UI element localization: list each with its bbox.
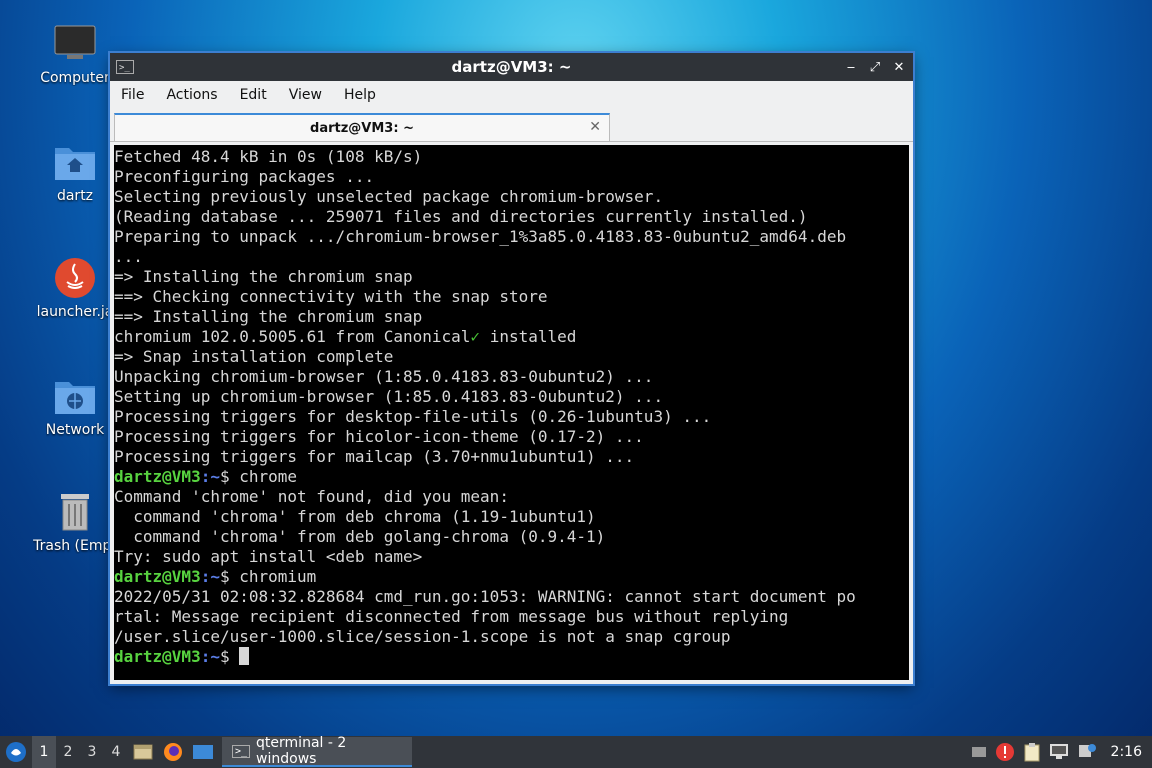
task-label: qterminal - 2 windows (256, 735, 347, 767)
terminal-line: => Snap installation complete (114, 347, 394, 366)
keyboard-icon[interactable] (971, 744, 987, 760)
terminal-line: ==> Installing the chromium snap (114, 307, 423, 326)
tab-bar: dartz@VM3: ~ ✕ (110, 109, 913, 142)
lubuntu-logo-icon (6, 742, 26, 762)
terminal-line: Try: sudo apt install <deb name> (114, 547, 423, 566)
desktop-icon-label: Network (45, 422, 105, 438)
java-icon (55, 258, 95, 298)
prompt-user: dartz@VM3 (114, 647, 201, 666)
terminal-line: Processing triggers for desktop-file-uti… (114, 407, 712, 426)
window-title: dartz@VM3: ~ (451, 58, 572, 76)
menu-bar: File Actions Edit View Help (110, 81, 913, 109)
system-tray: 2:16 (971, 742, 1152, 762)
terminal-line: command 'chroma' from deb chroma (1.19-1… (114, 507, 596, 526)
terminal-line: Fetched 48.4 kB in 0s (108 kB/s) (114, 147, 423, 166)
prompt-sign: $ (219, 647, 240, 666)
desktop-icon-label: Trash (Empt (33, 538, 117, 554)
terminal-prompt-line: dartz@VM3:~$ chromium (114, 567, 909, 587)
terminal-line: Command 'chrome' not found, did you mean… (114, 487, 509, 506)
terminal-line: (Reading database ... 259071 files and d… (114, 207, 808, 226)
monitor-icon (54, 25, 96, 59)
terminal-line: Unpacking chromium-browser (1:85.0.4183.… (114, 367, 654, 386)
terminal-line: rtal: Message recipient disconnected fro… (114, 607, 789, 626)
prompt-user: dartz@VM3 (114, 467, 201, 486)
desktop-icon-label: dartz (56, 188, 94, 204)
terminal-line: ==> Checking connectivity with the snap … (114, 287, 548, 306)
terminal-line: 2022/05/31 02:08:32.828684 cmd_run.go:10… (114, 587, 856, 606)
firefox-launcher[interactable] (158, 736, 188, 768)
terminal-line: ... (114, 247, 143, 266)
volume-icon[interactable] (1077, 743, 1097, 761)
menu-help[interactable]: Help (333, 87, 387, 103)
terminal-line: /user.slice/user-1000.slice/session-1.sc… (114, 627, 731, 646)
alert-icon[interactable] (995, 742, 1015, 762)
terminal-line: command 'chroma' from deb golang-chroma … (114, 527, 606, 546)
checkmark-icon: ✓ (470, 327, 481, 346)
maximize-icon[interactable]: ⤢ (869, 60, 881, 75)
terminal-line: chromium 102.0.5005.61 from Canonical✓ i… (114, 327, 909, 347)
terminal-line: Preconfiguring packages ... (114, 167, 375, 186)
menu-file[interactable]: File (110, 87, 155, 103)
workspace-3[interactable]: 3 (80, 736, 104, 768)
prompt-user: dartz@VM3 (114, 567, 201, 586)
prompt-sign: $ (219, 467, 240, 486)
terminal-line: Processing triggers for hicolor-icon-the… (114, 427, 644, 446)
workspace-4[interactable]: 4 (104, 736, 128, 768)
trash-icon (61, 494, 89, 531)
terminal-text: chromium 102.0.5005.61 from Canonical (114, 327, 471, 346)
terminal-line: Preparing to unpack .../chromium-browser… (114, 227, 847, 246)
taskbar-task-qterminal[interactable]: >_ qterminal - 2 windows (222, 735, 412, 767)
prompt-path: :~ (200, 567, 220, 586)
start-menu-button[interactable] (0, 736, 32, 768)
file-manager-icon (133, 744, 153, 760)
desktop-icon-label: launcher.ja (36, 304, 114, 320)
terminal-line: Setting up chromium-browser (1:85.0.4183… (114, 387, 664, 406)
file-manager-launcher[interactable] (128, 736, 158, 768)
network-folder-icon (55, 382, 95, 414)
clock[interactable]: 2:16 (1111, 744, 1142, 760)
network-icon[interactable] (1049, 743, 1069, 761)
prompt-sign: $ (219, 567, 240, 586)
terminal-app-icon[interactable]: >_ (116, 60, 134, 74)
terminal-output[interactable]: Fetched 48.4 kB in 0s (108 kB/s) Preconf… (114, 145, 909, 680)
menu-edit[interactable]: Edit (229, 87, 278, 103)
prompt-path: :~ (200, 647, 220, 666)
tab-close-icon[interactable]: ✕ (589, 119, 601, 135)
terminal-command: chromium (239, 567, 317, 586)
prompt-path: :~ (200, 467, 220, 486)
terminal-line: => Installing the chromium snap (114, 267, 413, 286)
terminal-prompt-line: dartz@VM3:~$ (114, 647, 909, 667)
close-icon[interactable]: ✕ (893, 60, 905, 75)
desktop-icon-label: Computer (40, 70, 110, 86)
show-desktop-button[interactable] (188, 736, 218, 768)
terminal-icon: >_ (232, 744, 251, 758)
menu-view[interactable]: View (278, 87, 333, 103)
terminal-command: chrome (239, 467, 298, 486)
desktop-icon (193, 745, 213, 759)
tab-label: dartz@VM3: ~ (310, 120, 414, 136)
home-folder-icon (55, 148, 95, 180)
terminal-line: Selecting previously unselected package … (114, 187, 664, 206)
workspace-1[interactable]: 1 (32, 736, 56, 768)
tab-terminal[interactable]: dartz@VM3: ~ ✕ (114, 113, 610, 141)
minimize-icon[interactable]: ‒ (845, 60, 857, 75)
terminal-cursor[interactable] (239, 647, 250, 665)
terminal-text: installed (480, 327, 577, 346)
title-bar[interactable]: >_ dartz@VM3: ~ ‒ ⤢ ✕ (110, 53, 913, 81)
menu-actions[interactable]: Actions (155, 87, 228, 103)
clipboard-icon[interactable] (1023, 742, 1041, 762)
taskbar: 1 2 3 4 >_ qterminal - 2 windows 2:16 (0, 735, 1152, 768)
workspace-2[interactable]: 2 (56, 736, 80, 768)
firefox-icon (164, 743, 182, 761)
terminal-prompt-line: dartz@VM3:~$ chrome (114, 467, 909, 487)
terminal-window: >_ dartz@VM3: ~ ‒ ⤢ ✕ File Actions Edit … (110, 53, 913, 684)
terminal-line: Processing triggers for mailcap (3.70+nm… (114, 447, 635, 466)
